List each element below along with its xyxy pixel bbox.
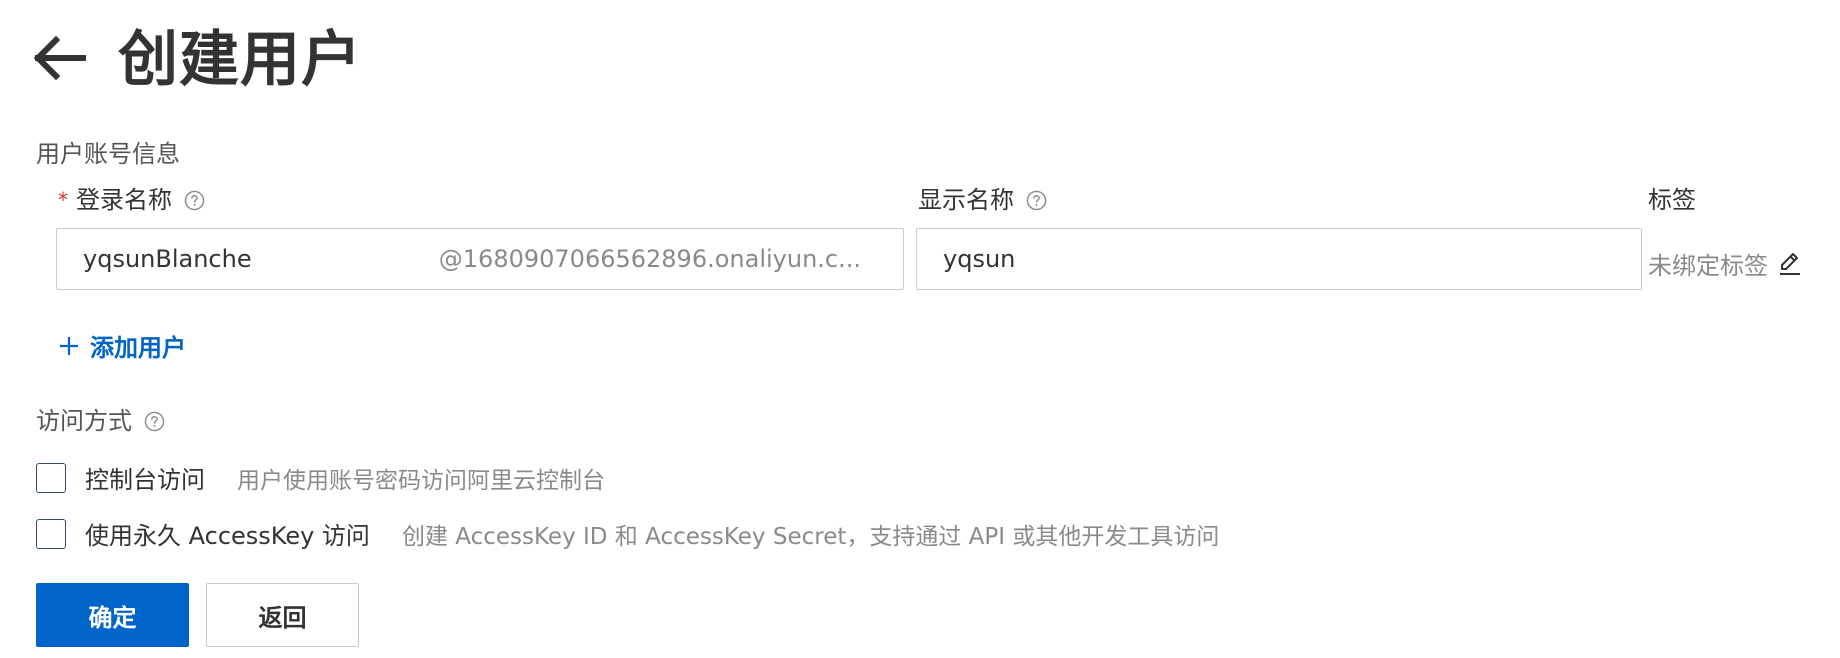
accesskey-access-label[interactable]: 使用永久 AccessKey 访问 bbox=[85, 516, 370, 551]
console-access-option[interactable]: 控制台访问 用户使用账号密码访问阿里云控制台 bbox=[36, 460, 605, 495]
display-name-input[interactable]: yqsun bbox=[916, 228, 1642, 290]
access-section-title: 访问方式 bbox=[36, 406, 165, 436]
accesskey-access-option[interactable]: 使用永久 AccessKey 访问 创建 AccessKey ID 和 Acce… bbox=[36, 516, 1219, 551]
account-section-title: 用户账号信息 bbox=[36, 140, 180, 168]
console-access-label[interactable]: 控制台访问 bbox=[85, 460, 205, 495]
accesskey-access-checkbox[interactable] bbox=[36, 518, 66, 549]
page-title: 创建用户 bbox=[118, 25, 362, 95]
tags-value: 未绑定标签 bbox=[1648, 252, 1768, 280]
accesskey-access-description: 创建 AccessKey ID 和 AccessKey Secret，支持通过 … bbox=[401, 523, 1220, 550]
display-name-value[interactable]: yqsun bbox=[917, 245, 1641, 273]
arrow-left-icon[interactable] bbox=[34, 36, 86, 80]
display-name-label: 显示名称 bbox=[918, 184, 1047, 216]
required-mark: * bbox=[58, 188, 68, 212]
login-name-label: * 登录名称 bbox=[58, 184, 205, 216]
pencil-icon[interactable] bbox=[1778, 250, 1802, 276]
plus-icon bbox=[60, 336, 78, 355]
create-user-page: 创建用户 用户账号信息 * 登录名称 显示名称 标签 yqsunBlanche … bbox=[0, 0, 1840, 658]
add-user-button[interactable]: 添加用户 bbox=[58, 328, 186, 363]
login-name-value[interactable]: yqsunBlanche bbox=[57, 245, 439, 273]
help-icon[interactable] bbox=[1026, 190, 1047, 211]
help-icon[interactable] bbox=[144, 411, 165, 432]
add-user-label[interactable]: 添加用户 bbox=[90, 328, 186, 363]
display-name-label-text: 显示名称 bbox=[918, 186, 1014, 214]
tags-label: 标签 bbox=[1648, 186, 1696, 214]
console-access-checkbox[interactable] bbox=[36, 462, 66, 493]
login-name-domain-suffix: @1680907066562896.onaliyun.c... bbox=[438, 245, 861, 273]
login-name-label-text: 登录名称 bbox=[76, 186, 172, 214]
login-name-input[interactable]: yqsunBlanche @1680907066562896.onaliyun.… bbox=[56, 228, 904, 290]
help-icon[interactable] bbox=[184, 190, 205, 211]
access-section-title-text: 访问方式 bbox=[36, 407, 132, 435]
confirm-button[interactable]: 确定 bbox=[36, 583, 189, 647]
console-access-description: 用户使用账号密码访问阿里云控制台 bbox=[237, 467, 605, 494]
back-button[interactable]: 返回 bbox=[206, 583, 359, 647]
